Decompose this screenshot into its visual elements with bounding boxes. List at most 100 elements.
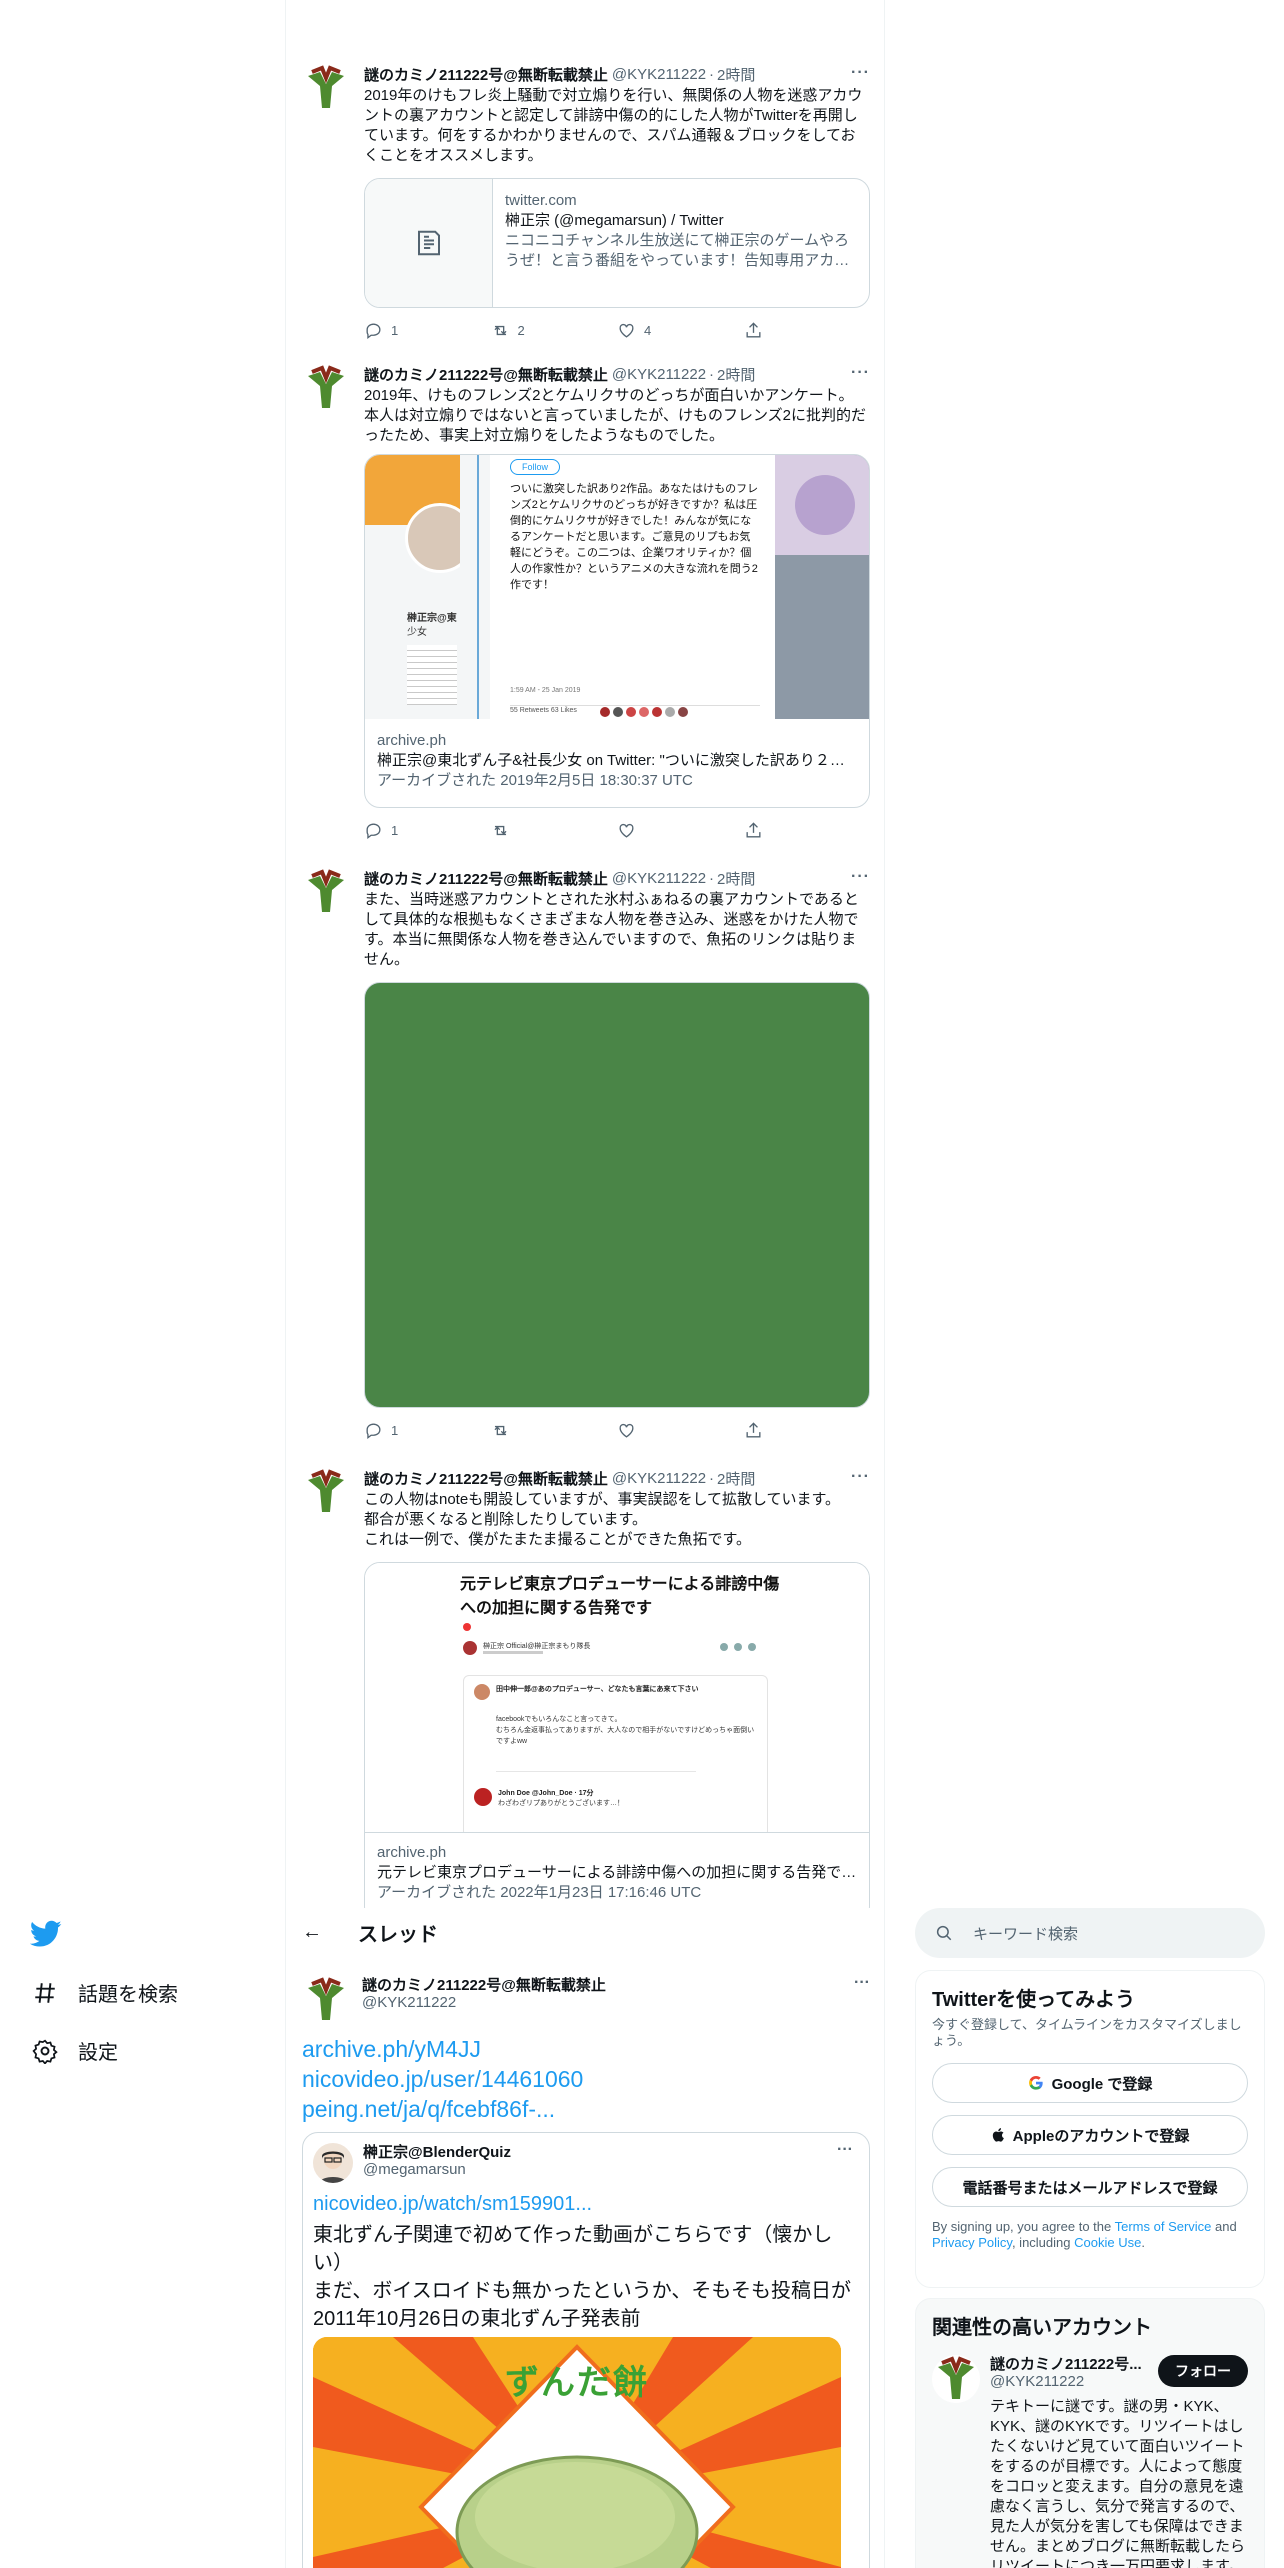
left-sidebar: 話題を検索 設定	[0, 1908, 285, 2568]
link-card[interactable]: twitter.com 榊正宗 (@megamarsun) / Twitter …	[364, 178, 870, 308]
card-description: ニコニコチャンネル生放送にて榊正宗のゲームやろうぜ！と言う番組をやっています！告…	[505, 232, 850, 269]
link-card[interactable]: 元テレビ東京プロデューサーによる誹謗中傷への加担に関する告発です 榊正宗 Off…	[364, 1562, 870, 1908]
tweet[interactable]: 謎のカミノ211222号@無断転載禁止 @KYK211222 · 2時間 ··· また…	[286, 868, 884, 1468]
author-handle[interactable]: @KYK211222	[612, 66, 706, 83]
avatar[interactable]	[932, 2355, 980, 2403]
avatar[interactable]	[302, 1468, 350, 1516]
privacy-link[interactable]: Privacy Policy	[932, 2235, 1012, 2250]
tweet-time[interactable]: 2時間	[717, 364, 755, 385]
tweet-time[interactable]: 2時間	[717, 64, 755, 85]
related-handle[interactable]: @KYK211222	[990, 2373, 1084, 2390]
author-name[interactable]: 謎のカミノ211222号@無断転載禁止	[364, 64, 608, 85]
more-icon[interactable]: ···	[851, 364, 870, 382]
nav-settings[interactable]: 設定	[32, 2036, 118, 2065]
follow-button[interactable]: フォロー	[1158, 2355, 1248, 2387]
tweet-time[interactable]: 2時間	[717, 1468, 755, 1489]
search-input[interactable]: キーワード検索	[973, 1923, 1078, 1944]
tweet-media[interactable]	[364, 982, 870, 1408]
tweet[interactable]: 謎のカミノ211222号@無断転載禁止 @KYK211222 · 2時間 ··· この…	[286, 1468, 884, 1908]
like-button[interactable]: 4	[617, 321, 744, 340]
avatar[interactable]	[302, 364, 350, 412]
apple-icon	[992, 2128, 1004, 2142]
quote-link[interactable]: nicovideo.jp/watch/sm159901...	[313, 2193, 592, 2216]
tweet-text: 2019年、けものフレンズ2とケムリクサのどっちが面白いかアンケート。 本人は対…	[364, 387, 866, 444]
embed-time: 1:59 AM - 25 Jan 2019	[510, 687, 581, 694]
tweet-links: archive.ph/yM4JJ nicovideo.jp/user/14461…	[302, 2034, 583, 2124]
link[interactable]: peing.net/ja/q/fcebf86f-...	[302, 2094, 583, 2124]
avatar[interactable]	[302, 1976, 350, 2024]
tweet-actions: 1 2 4	[364, 320, 870, 340]
apple-signup-button[interactable]: Appleのアカウントで登録	[932, 2115, 1248, 2155]
link[interactable]: nicovideo.jp/user/14461060	[302, 2064, 583, 2094]
phone-signup-button[interactable]: 電話番号またはメールアドレスで登録	[932, 2167, 1248, 2207]
reply-button[interactable]: 1	[364, 1421, 491, 1440]
card-title: 元テレビ東京プロデューサーによる誹謗中傷への加担に関する告発です｜榊正宗 Off…	[377, 1864, 857, 1881]
terms-text: By signing up, you agree to the Terms of…	[932, 2219, 1237, 2250]
shot-author: 榊正宗 Official@榊正宗まもり隊長	[483, 1643, 591, 1650]
reply-button[interactable]: 1	[364, 821, 491, 840]
more-icon[interactable]: ···	[851, 868, 870, 886]
retweet-icon	[493, 825, 507, 835]
retweet-icon	[493, 1425, 507, 1435]
reply-button[interactable]: 1	[364, 321, 491, 340]
share-button[interactable]	[744, 821, 871, 840]
related-name[interactable]: 謎のカミノ211222号...	[990, 2353, 1142, 2374]
author-handle[interactable]: @KYK211222	[612, 1470, 706, 1487]
embed-tweet-text: ついに激突した訳あり2作品。あなたはけものフレンズ2とケムリクサのどっちが好きで…	[510, 483, 759, 591]
share-button[interactable]	[744, 1421, 871, 1440]
quote-avatar	[313, 2143, 353, 2183]
author-handle[interactable]: @KYK211222	[612, 870, 706, 887]
author-name[interactable]: 謎のカミノ211222号@無断転載禁止	[362, 1974, 606, 1995]
quote-author-name: 榊正宗@BlenderQuiz	[363, 2144, 511, 2161]
retweet-button[interactable]	[491, 821, 618, 840]
card-archived-date: アーカイブされた 2022年1月23日 17:16:46 UTC	[377, 1884, 702, 1901]
more-icon[interactable]: ···	[837, 2141, 853, 2159]
right-sidebar: キーワード検索 Twitterを使ってみよう 今すぐ登録して、タイムラインをカス…	[915, 1908, 1265, 2568]
quote-image[interactable]: ずんだ餅	[313, 2337, 841, 2568]
author-handle[interactable]: @KYK211222	[362, 1994, 456, 2011]
like-button[interactable]	[617, 821, 744, 840]
retweet-button[interactable]	[491, 1421, 618, 1440]
avatar[interactable]	[302, 64, 350, 112]
retweet-button[interactable]: 2	[491, 321, 618, 340]
more-icon[interactable]: ···	[854, 1974, 870, 1992]
shot-reply2-name: John Doe @John_Doe · 17分	[498, 1790, 594, 1797]
share-button[interactable]	[744, 321, 871, 340]
google-signup-button[interactable]: Google で登録	[932, 2063, 1248, 2103]
tweet[interactable]: 謎のカミノ211222号@無断転載禁止 @KYK211222 · 2時間 ··· 20…	[286, 364, 884, 868]
tweet[interactable]: 謎のカミノ211222号@無断転載禁止 @KYK211222 · 2時間 ··· 20…	[286, 64, 884, 354]
heart-icon	[619, 323, 634, 338]
quote-image-text: ずんだ餅	[505, 2364, 649, 2402]
embed-left-name: 榊正宗@東	[407, 613, 457, 624]
signup-title: Twitterを使ってみよう	[932, 1989, 1136, 2011]
main-tweet[interactable]: 謎のカミノ211222号@無断転載禁止 @KYK211222 ··· archi…	[286, 1964, 884, 2568]
quote-tweet[interactable]: 榊正宗@BlenderQuiz @megamarsun ··· nicovide…	[302, 2132, 870, 2568]
author-name[interactable]: 謎のカミノ211222号@無断転載禁止	[364, 364, 608, 385]
tweet-text: この人物はnoteも開設していますが、事実誤認をして拡散しています。 都合が悪く…	[364, 1491, 841, 1548]
embed-left-sub: 少女	[407, 627, 427, 638]
search-bar[interactable]: キーワード検索	[915, 1908, 1265, 1958]
card-image: 榊正宗@東 少女 Follow ついに激突した訳あり2作品。あなたはけものフレン…	[365, 455, 869, 719]
avatar[interactable]	[302, 868, 350, 916]
link-card[interactable]: 榊正宗@東 少女 Follow ついに激突した訳あり2作品。あなたはけものフレン…	[364, 454, 870, 808]
embed-follow-button: Follow	[510, 459, 560, 475]
author-handle[interactable]: @KYK211222	[612, 366, 706, 383]
shot-reply-text: facebookでもいろんなこと言ってきて。 むちろん金返事払ってありますが、大…	[496, 1716, 755, 1745]
quote-author-handle: @megamarsun	[363, 2161, 466, 2178]
nav-explore[interactable]: 話題を検索	[32, 1978, 178, 2007]
back-icon[interactable]: ←	[302, 1921, 338, 1944]
like-button[interactable]	[617, 1421, 744, 1440]
more-icon[interactable]: ···	[851, 1468, 870, 1486]
shot-title: 元テレビ東京プロデューサーによる誹謗中傷への加担に関する告発です	[460, 1576, 780, 1617]
nav-settings-label: 設定	[78, 2042, 118, 2064]
cookie-link[interactable]: Cookie Use	[1074, 2235, 1141, 2250]
hashtag-icon	[35, 1982, 55, 2003]
more-icon[interactable]: ···	[851, 64, 870, 82]
author-name[interactable]: 謎のカミノ211222号@無断転載禁止	[364, 868, 608, 889]
author-name[interactable]: 謎のカミノ211222号@無断転載禁止	[364, 1468, 608, 1489]
link[interactable]: archive.ph/yM4JJ	[302, 2034, 583, 2064]
twitter-logo-icon[interactable]	[29, 1920, 64, 1950]
tweet-time[interactable]: 2時間	[717, 868, 755, 889]
signup-subtitle: 今すぐ登録して、タイムラインをカスタマイズしましょう。	[932, 2017, 1242, 2048]
terms-link[interactable]: Terms of Service	[1115, 2219, 1212, 2234]
